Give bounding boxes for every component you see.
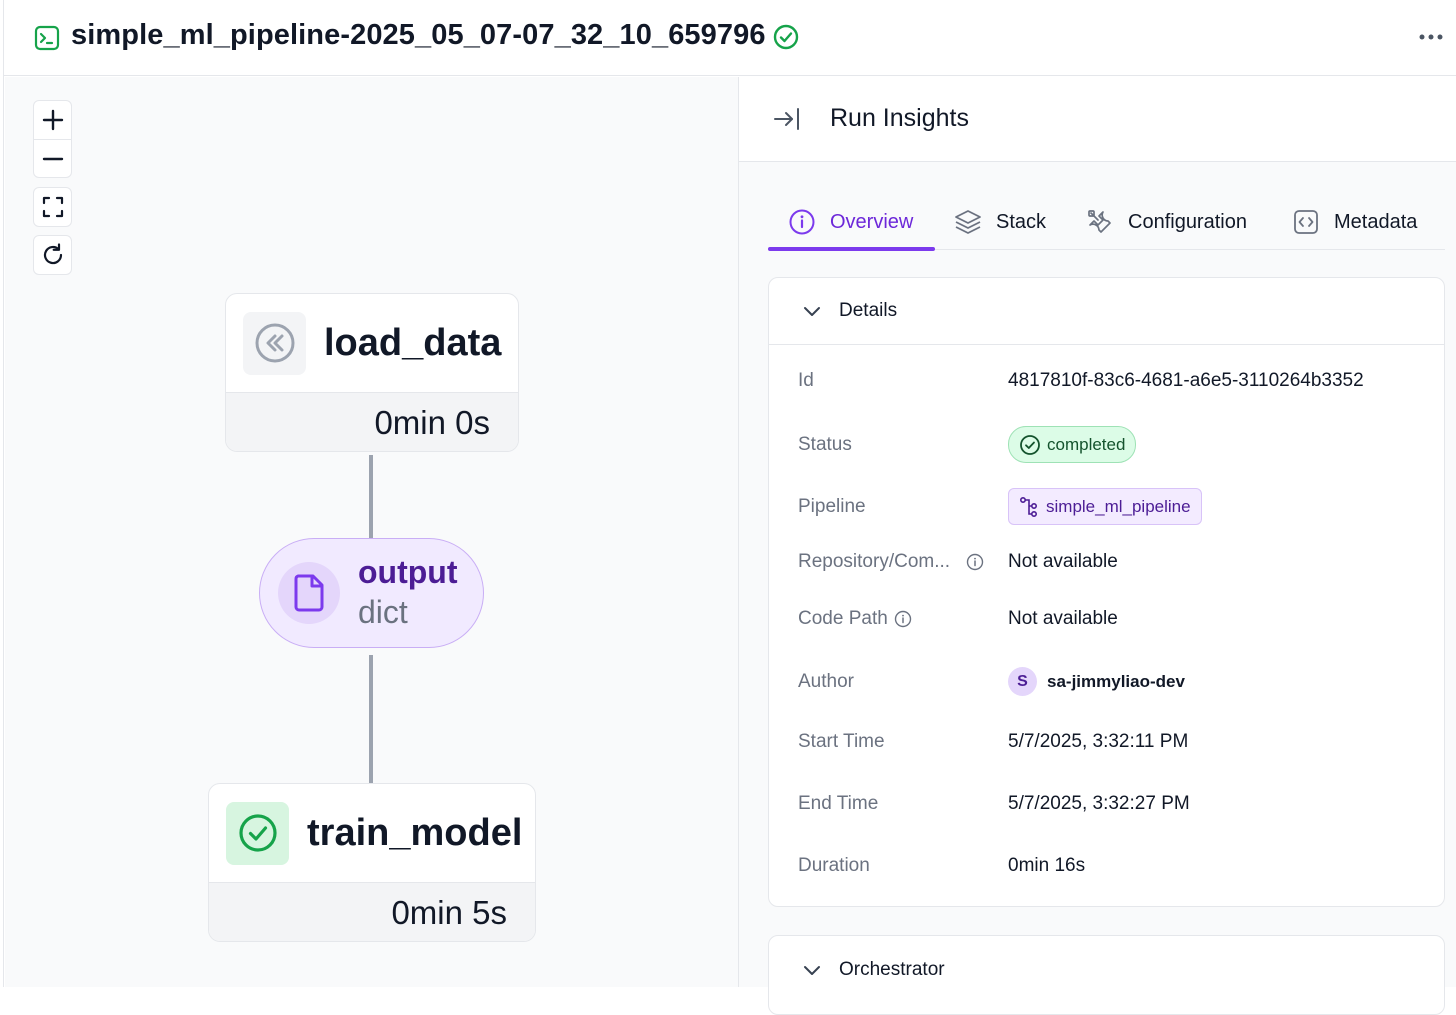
dag-edge	[369, 655, 373, 783]
tab-label: Metadata	[1334, 210, 1418, 233]
check-circle-icon	[238, 814, 277, 852]
tab-label: Configuration	[1128, 210, 1247, 233]
info-icon[interactable]	[894, 610, 912, 628]
step-icon-box	[226, 801, 289, 865]
artifact-type: dict	[358, 594, 408, 630]
layers-icon	[954, 208, 982, 236]
panel-header: Run Insights	[739, 77, 1456, 162]
zoom-in-button[interactable]	[34, 101, 71, 139]
detail-label: End Time	[798, 793, 879, 814]
pipeline-name: simple_ml_pipeline	[1046, 496, 1191, 516]
artifact-icon-box	[278, 562, 340, 624]
tab-stack[interactable]: Stack	[954, 194, 1046, 250]
tab-label: Stack	[996, 210, 1047, 233]
zoom-controls	[33, 100, 72, 178]
refresh-button[interactable]	[34, 236, 71, 274]
run-id-value: 4817810f-83c6-4681-a6e5-3110264b3352	[1008, 370, 1364, 391]
duration-value: 0min 16s	[1008, 855, 1086, 876]
artifact-name: output	[358, 554, 458, 590]
detail-row-author: Author S sa-jimmyliao-dev	[798, 667, 1438, 696]
step-duration: 0min 5s	[209, 882, 535, 941]
rewind-icon	[255, 323, 294, 363]
file-icon	[294, 574, 324, 612]
chevron-down-icon	[801, 300, 823, 322]
fit-view-control	[33, 187, 72, 227]
code-brackets-icon	[1292, 208, 1320, 236]
panel-title: Run Insights	[830, 104, 969, 132]
panel-tabs: Overview Stack Configuration Metadata	[768, 194, 1445, 251]
details-title: Details	[839, 300, 898, 321]
tab-metadata[interactable]: Metadata	[1292, 194, 1417, 250]
fullscreen-icon	[42, 196, 63, 218]
info-icon[interactable]	[966, 553, 984, 571]
orchestrator-header[interactable]: Orchestrator	[769, 936, 1444, 1003]
dag-edge	[369, 455, 373, 539]
artifact-node-output[interactable]: output dict	[259, 538, 484, 648]
detail-label: Repository/Com...	[798, 551, 1008, 573]
terminal-icon	[34, 25, 60, 51]
tab-label: Overview	[830, 210, 914, 233]
detail-label: Status	[798, 433, 852, 455]
step-name: load_data	[324, 321, 502, 364]
detail-label: Code Path	[798, 608, 1008, 630]
collapse-panel-icon[interactable]	[773, 105, 801, 133]
zoom-out-button[interactable]	[34, 139, 71, 177]
tools-icon	[1086, 208, 1114, 236]
avatar: S	[1008, 667, 1037, 696]
end-time-value: 5/7/2025, 3:32:27 PM	[1008, 793, 1190, 814]
page-title: simple_ml_pipeline-2025_05_07-07_32_10_6…	[71, 19, 766, 51]
detail-row-end-time: End Time 5/7/2025, 3:32:27 PM	[798, 793, 1438, 815]
detail-row-repository: Repository/Com... Not available	[798, 551, 1438, 573]
step-name: train_model	[307, 811, 523, 854]
detail-label: Duration	[798, 855, 870, 876]
dag-canvas[interactable]: load_data 0min 0s output dict train_mode…	[5, 77, 738, 987]
pipeline-link[interactable]: simple_ml_pipeline	[1008, 488, 1202, 525]
step-node-load-data[interactable]: load_data 0min 0s	[225, 293, 519, 452]
details-card: Details Id 4817810f-83c6-4681-a6e5-31102…	[768, 277, 1445, 907]
start-time-value: 5/7/2025, 3:32:11 PM	[1008, 731, 1189, 752]
tab-overview[interactable]: Overview	[768, 194, 935, 251]
fit-view-button[interactable]	[34, 188, 71, 226]
pipeline-icon	[1019, 496, 1038, 517]
step-icon-box	[243, 311, 306, 375]
chevron-down-icon	[801, 959, 823, 981]
status-text: completed	[1047, 434, 1126, 454]
left-border	[0, 0, 4, 987]
status-badge: completed	[1008, 426, 1137, 463]
detail-row-id: Id 4817810f-83c6-4681-a6e5-3110264b3352	[798, 370, 1438, 392]
detail-label: Start Time	[798, 731, 885, 752]
detail-label-text: Code Path	[798, 608, 888, 629]
run-insights-panel: Run Insights Overview Stack Configuratio…	[738, 77, 1456, 1015]
run-header: simple_ml_pipeline-2025_05_07-07_32_10_6…	[4, 0, 1456, 76]
detail-label: Pipeline	[798, 495, 866, 517]
detail-row-start-time: Start Time 5/7/2025, 3:32:11 PM	[798, 731, 1438, 753]
detail-row-status: Status completed	[798, 426, 1438, 463]
more-horizontal-icon	[1419, 34, 1443, 40]
orchestrator-title: Orchestrator	[839, 958, 945, 980]
repository-value: Not available	[1008, 551, 1118, 572]
plus-icon	[42, 109, 63, 131]
refresh-control	[33, 235, 72, 275]
step-duration: 0min 0s	[226, 392, 518, 451]
info-icon	[788, 208, 816, 236]
detail-label: Id	[798, 370, 814, 391]
tab-configuration[interactable]: Configuration	[1086, 194, 1247, 250]
detail-label-text: Repository/Com...	[798, 551, 951, 572]
detail-label: Author	[798, 670, 854, 692]
check-circle-icon	[773, 24, 799, 50]
step-node-train-model[interactable]: train_model 0min 5s	[208, 783, 536, 942]
detail-row-pipeline: Pipeline simple_ml_pipeline	[798, 488, 1438, 525]
detail-row-duration: Duration 0min 16s	[798, 855, 1438, 877]
check-circle-icon	[1020, 434, 1040, 455]
code-path-value: Not available	[1008, 608, 1118, 629]
more-options-button[interactable]	[1414, 22, 1448, 52]
minus-icon	[42, 157, 63, 160]
author-name: sa-jimmyliao-dev	[1047, 671, 1185, 691]
refresh-icon	[43, 243, 62, 265]
detail-row-code-path: Code Path Not available	[798, 608, 1438, 630]
details-header[interactable]: Details	[769, 278, 1444, 345]
orchestrator-card: Orchestrator	[768, 935, 1445, 1015]
